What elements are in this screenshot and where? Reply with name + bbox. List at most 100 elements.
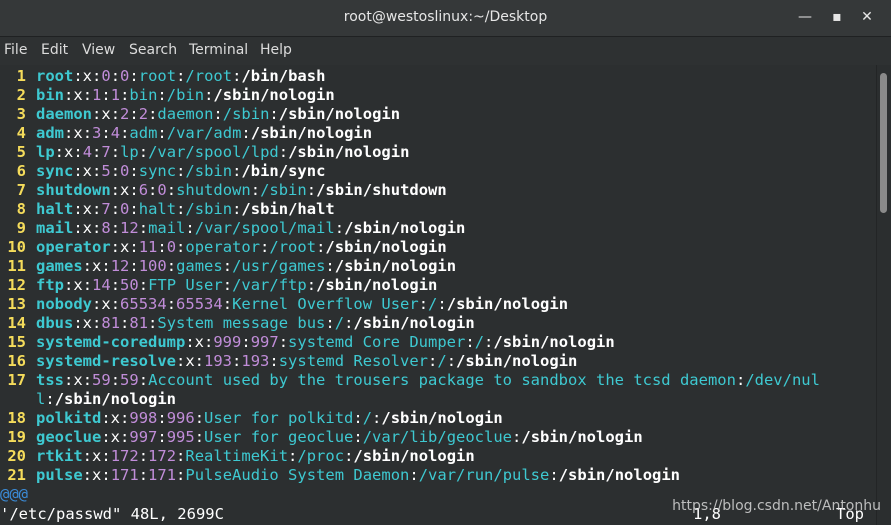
separator: : bbox=[241, 333, 251, 351]
separator: : bbox=[82, 124, 93, 142]
title-bar[interactable]: root@westoslinux:~/Desktop — ▪ ✕ bbox=[0, 0, 891, 37]
gecos: User for polkitd bbox=[204, 409, 354, 427]
line-number: 5 bbox=[16, 143, 26, 161]
line-number: 17 bbox=[7, 371, 26, 389]
line-number: 20 bbox=[7, 447, 26, 465]
shell: /sbin/shutdown bbox=[316, 181, 447, 199]
shell: /bin/sync bbox=[241, 162, 326, 180]
terminal-window: root@westoslinux:~/Desktop — ▪ ✕ File Ed… bbox=[0, 0, 891, 525]
terminal-line: 16 systemd-resolve:x:193:193:systemd Reso… bbox=[0, 352, 577, 371]
terminal-line: 13 nobody:x:65534:65534:Kernel Overflow U… bbox=[0, 295, 568, 314]
gecos: FTP User bbox=[148, 276, 223, 294]
shell: /sbin/nologin bbox=[558, 466, 681, 484]
separator: : bbox=[222, 276, 233, 294]
line-number: 9 bbox=[16, 219, 26, 237]
gid: 1 bbox=[110, 86, 121, 104]
separator: : bbox=[120, 314, 130, 332]
separator: : bbox=[138, 371, 149, 389]
close-icon[interactable]: ✕ bbox=[858, 8, 876, 26]
home-dir: /sbin bbox=[185, 200, 233, 218]
watermark: https://blog.csdn.net/Antonhu bbox=[672, 498, 881, 514]
gecos: Account used by the trousers package to … bbox=[148, 371, 736, 389]
gecos: root bbox=[138, 67, 177, 85]
home-dir: /root bbox=[269, 238, 317, 256]
separator: : bbox=[110, 371, 121, 389]
separator: : bbox=[176, 200, 186, 218]
line-number: 18 bbox=[7, 409, 26, 427]
separator: : bbox=[101, 257, 111, 275]
menu-edit[interactable]: Edit bbox=[41, 42, 68, 58]
shell: /sbin/nologin bbox=[288, 143, 410, 161]
scrollbar[interactable] bbox=[876, 65, 891, 525]
line-number: 13 bbox=[7, 295, 26, 313]
separator: : bbox=[82, 257, 93, 275]
separator: : bbox=[278, 333, 289, 351]
separator: : bbox=[73, 314, 83, 332]
password-field: x bbox=[73, 276, 83, 294]
menu-view[interactable]: View bbox=[82, 42, 115, 58]
line-number: 8 bbox=[16, 200, 26, 218]
separator: : bbox=[278, 143, 289, 161]
minimize-icon[interactable]: — bbox=[796, 8, 814, 26]
line-continuation-marker: @@@ bbox=[0, 485, 28, 503]
separator: : bbox=[73, 143, 83, 161]
username: operator bbox=[36, 238, 111, 256]
gid: 995 bbox=[166, 428, 195, 446]
separator: : bbox=[54, 143, 65, 161]
gecos: operator bbox=[185, 238, 261, 256]
separator: : bbox=[185, 219, 195, 237]
terminal-area[interactable]: 1 root:x:0:0:root:/root:/bin/bash 2 bin:x:1… bbox=[0, 65, 877, 525]
separator: : bbox=[232, 352, 242, 370]
separator: : bbox=[73, 219, 83, 237]
separator: : bbox=[148, 181, 158, 199]
home-dir: /var/spool/mail bbox=[194, 219, 335, 237]
gecos: halt bbox=[138, 200, 177, 218]
separator: : bbox=[260, 238, 270, 256]
uid: 3 bbox=[92, 124, 102, 142]
shell: /sbin/nologin bbox=[456, 352, 578, 370]
home-dir: /var/run/pulse bbox=[418, 466, 550, 484]
separator: : bbox=[92, 314, 102, 332]
terminal-line: 6 sync:x:5:0:sync:/sbin:/bin/sync bbox=[0, 162, 326, 181]
password-field: x bbox=[110, 428, 121, 446]
uid: 7 bbox=[101, 200, 111, 218]
gid: 172 bbox=[148, 447, 177, 465]
separator: : bbox=[64, 371, 74, 389]
maximize-icon[interactable]: ▪ bbox=[828, 8, 846, 26]
home-dir: /sbin bbox=[185, 162, 233, 180]
shell: /sbin/nologin bbox=[325, 238, 447, 256]
separator: : bbox=[157, 124, 167, 142]
password-field: x bbox=[92, 466, 102, 484]
password-field: x bbox=[82, 67, 93, 85]
shell: /sbin/nologin bbox=[446, 295, 569, 313]
separator: : bbox=[129, 238, 139, 256]
separator: : bbox=[428, 352, 438, 370]
menu-help[interactable]: Help bbox=[260, 42, 292, 58]
gecos: systemd Core Dumper bbox=[288, 333, 466, 351]
separator: : bbox=[185, 333, 195, 351]
separator: : bbox=[110, 181, 120, 199]
menu-search[interactable]: Search bbox=[129, 42, 177, 58]
separator: : bbox=[138, 219, 149, 237]
username: lp bbox=[36, 143, 55, 161]
separator: : bbox=[222, 295, 233, 313]
menu-file[interactable]: File bbox=[4, 42, 27, 58]
separator: : bbox=[418, 295, 429, 313]
shell: /sbin/nologin bbox=[334, 257, 457, 275]
separator: : bbox=[92, 200, 102, 218]
separator: : bbox=[157, 409, 167, 427]
separator: : bbox=[166, 295, 177, 313]
gecos: sync bbox=[138, 162, 177, 180]
menu-terminal[interactable]: Terminal bbox=[189, 42, 248, 58]
username: adm bbox=[36, 124, 64, 142]
uid: 171 bbox=[110, 466, 139, 484]
username: sync bbox=[36, 162, 74, 180]
username: mail bbox=[36, 219, 74, 237]
home-dir: /var/adm bbox=[166, 124, 242, 142]
scrollbar-thumb[interactable] bbox=[880, 73, 887, 213]
username: bin bbox=[36, 86, 64, 104]
shell: /sbin/nologin bbox=[353, 314, 475, 332]
separator: : bbox=[334, 219, 345, 237]
separator: : bbox=[120, 86, 130, 104]
home-dir: /root bbox=[185, 67, 233, 85]
